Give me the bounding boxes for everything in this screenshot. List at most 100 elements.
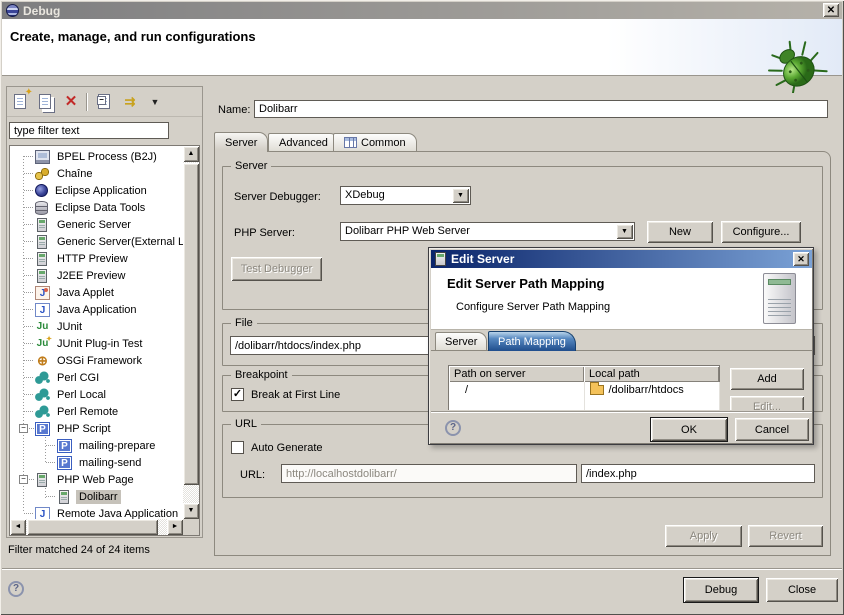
name-label: Name: bbox=[218, 104, 250, 116]
chevron-down-icon[interactable]: ▼ bbox=[616, 224, 633, 239]
tree-horizontal-scrollbar[interactable]: ◄ ► bbox=[10, 519, 183, 535]
chevron-down-icon[interactable]: ▼ bbox=[452, 188, 469, 203]
cancel-button[interactable]: Cancel bbox=[735, 418, 809, 441]
help-icon[interactable]: ? bbox=[8, 581, 24, 597]
tab-common[interactable]: Common bbox=[333, 133, 417, 152]
php-icon bbox=[35, 422, 50, 436]
server-debugger-select[interactable]: XDebug ▼ bbox=[340, 186, 471, 205]
filter-status-text: Filter matched 24 of 24 items bbox=[8, 544, 150, 556]
duplicate-icon[interactable] bbox=[35, 91, 57, 113]
dialog-tab-path-mapping[interactable]: Path Mapping bbox=[488, 331, 576, 351]
table-row[interactable]: / /dolibarr/htdocs bbox=[449, 382, 720, 398]
dialog-tab-server[interactable]: Server bbox=[435, 332, 487, 351]
apply-button[interactable]: Apply bbox=[665, 525, 742, 547]
scrollbar-corner bbox=[183, 519, 199, 535]
window-titlebar[interactable]: Debug ✕ bbox=[2, 2, 842, 19]
tree-item-j2ee-preview[interactable]: J2EE Preview bbox=[10, 267, 183, 284]
server-path-cell[interactable]: / bbox=[449, 382, 585, 398]
tree-item-perl-local[interactable]: Perl Local bbox=[10, 386, 183, 403]
path-mapping-tab-content: Path on server Local path / /dolibarr/ht… bbox=[431, 350, 812, 410]
tree-vertical-scrollbar[interactable]: ▲ ▼ bbox=[183, 146, 199, 519]
tree-item-perl-cgi[interactable]: Perl CGI bbox=[10, 369, 183, 386]
table-icon bbox=[344, 137, 357, 148]
dialog-help-icon[interactable]: ? bbox=[445, 420, 461, 436]
breakpoint-group-legend: Breakpoint bbox=[231, 369, 292, 381]
edit-server-dialog: Edit Server ✕ Edit Server Path Mapping C… bbox=[428, 247, 814, 445]
close-button[interactable]: Close bbox=[766, 578, 838, 602]
tab-advanced[interactable]: Advanced bbox=[268, 133, 339, 152]
table-row-empty bbox=[449, 398, 720, 411]
filter-input[interactable] bbox=[9, 122, 169, 139]
php-icon bbox=[57, 439, 72, 453]
server-group-legend: Server bbox=[231, 160, 271, 172]
eclipse-sphere-icon bbox=[35, 184, 48, 197]
scroll-down-icon[interactable]: ▼ bbox=[183, 503, 199, 519]
tree-item-mailing-send[interactable]: mailing-send bbox=[10, 454, 183, 471]
dialog-titlebar[interactable]: Edit Server ✕ bbox=[431, 250, 812, 268]
tree-item-remote-java-application[interactable]: Remote Java Application bbox=[10, 505, 183, 519]
view-menu-icon[interactable]: ▼ bbox=[144, 91, 166, 113]
tree-item-generic-server[interactable]: Generic Server bbox=[10, 216, 183, 233]
dialog-footer-divider bbox=[431, 411, 812, 413]
ok-button[interactable]: OK bbox=[651, 418, 727, 441]
dialog-subheading: Configure Server Path Mapping bbox=[456, 301, 610, 313]
delete-icon[interactable]: ✕ bbox=[60, 91, 82, 113]
window-close-button[interactable]: ✕ bbox=[823, 3, 839, 17]
php-server-select[interactable]: Dolibarr PHP Web Server ▼ bbox=[340, 222, 635, 241]
server-tower-icon bbox=[763, 273, 796, 324]
debug-button[interactable]: Debug bbox=[684, 578, 758, 602]
url-base-input bbox=[281, 464, 577, 483]
column-header-local-path[interactable]: Local path bbox=[584, 366, 720, 382]
tree-item-eclipse-application[interactable]: Eclipse Application bbox=[10, 182, 183, 199]
tree-item-generic-server-external[interactable]: Generic Server(External La bbox=[10, 233, 183, 250]
name-input[interactable] bbox=[254, 100, 828, 118]
tree-item-junit-plugin-test[interactable]: JUnit Plug-in Test bbox=[10, 335, 183, 352]
dialog-close-button[interactable]: ✕ bbox=[793, 252, 809, 266]
revert-button[interactable]: Revert bbox=[748, 525, 823, 547]
collapse-toggle[interactable]: − bbox=[19, 424, 28, 433]
scroll-right-icon[interactable]: ► bbox=[167, 519, 183, 535]
collapse-all-icon[interactable]: − bbox=[94, 91, 116, 113]
tab-server[interactable]: Server bbox=[214, 132, 268, 152]
tree-item-bpel-process[interactable]: BPEL Process (B2J) bbox=[10, 148, 183, 165]
auto-generate-label: Auto Generate bbox=[251, 442, 323, 454]
add-mapping-button[interactable]: Add bbox=[730, 368, 804, 390]
tree-item-eclipse-data-tools[interactable]: Eclipse Data Tools bbox=[10, 199, 183, 216]
new-server-button[interactable]: New bbox=[647, 221, 713, 243]
tree-item-junit[interactable]: JUnit bbox=[10, 318, 183, 335]
tree-item-http-preview[interactable]: HTTP Preview bbox=[10, 250, 183, 267]
vertical-scroll-thumb[interactable] bbox=[183, 163, 199, 485]
edit-mapping-button[interactable]: Edit... bbox=[730, 396, 804, 410]
tree-item-dolibarr[interactable]: Dolibarr bbox=[10, 488, 183, 505]
local-path-cell[interactable]: /dolibarr/htdocs bbox=[584, 382, 720, 398]
url-label: URL: bbox=[240, 469, 265, 481]
column-header-path-on-server[interactable]: Path on server bbox=[449, 366, 585, 382]
tree-item-perl-remote[interactable]: Perl Remote bbox=[10, 403, 183, 420]
tree-item-chaine[interactable]: Chaîne bbox=[10, 165, 183, 182]
tree-item-osgi-framework[interactable]: OSGi Framework bbox=[10, 352, 183, 369]
tree-item-php-web-page[interactable]: −PHP Web Page bbox=[10, 471, 183, 488]
horizontal-scroll-thumb[interactable] bbox=[27, 519, 158, 535]
break-first-line-checkbox[interactable]: ✓ bbox=[231, 388, 244, 401]
server-icon bbox=[37, 252, 47, 266]
configure-server-button[interactable]: Configure... bbox=[721, 221, 801, 243]
server-icon bbox=[37, 269, 47, 283]
filter-icon[interactable]: ⇉ bbox=[119, 91, 141, 113]
scroll-left-icon[interactable]: ◄ bbox=[10, 519, 26, 535]
tree-item-java-applet[interactable]: Java Applet bbox=[10, 284, 183, 301]
test-debugger-button[interactable]: Test Debugger bbox=[231, 257, 322, 281]
tree-rows: BPEL Process (B2J) Chaîne Eclipse Applic… bbox=[10, 146, 183, 519]
tree-item-java-application[interactable]: Java Application bbox=[10, 301, 183, 318]
file-group-legend: File bbox=[231, 317, 257, 329]
dialog-banner: Edit Server Path Mapping Configure Serve… bbox=[431, 268, 812, 330]
junit-plugin-icon bbox=[35, 337, 50, 351]
scroll-up-icon[interactable]: ▲ bbox=[183, 146, 199, 162]
auto-generate-checkbox[interactable] bbox=[231, 441, 244, 454]
tree-item-mailing-prepare[interactable]: mailing-prepare bbox=[10, 437, 183, 454]
configuration-tree: BPEL Process (B2J) Chaîne Eclipse Applic… bbox=[9, 145, 200, 536]
new-configuration-icon[interactable]: ✦ bbox=[10, 91, 32, 113]
server-icon bbox=[37, 235, 47, 249]
tree-item-php-script[interactable]: −PHP Script bbox=[10, 420, 183, 437]
collapse-toggle[interactable]: − bbox=[19, 475, 28, 484]
url-path-input[interactable] bbox=[581, 464, 815, 483]
